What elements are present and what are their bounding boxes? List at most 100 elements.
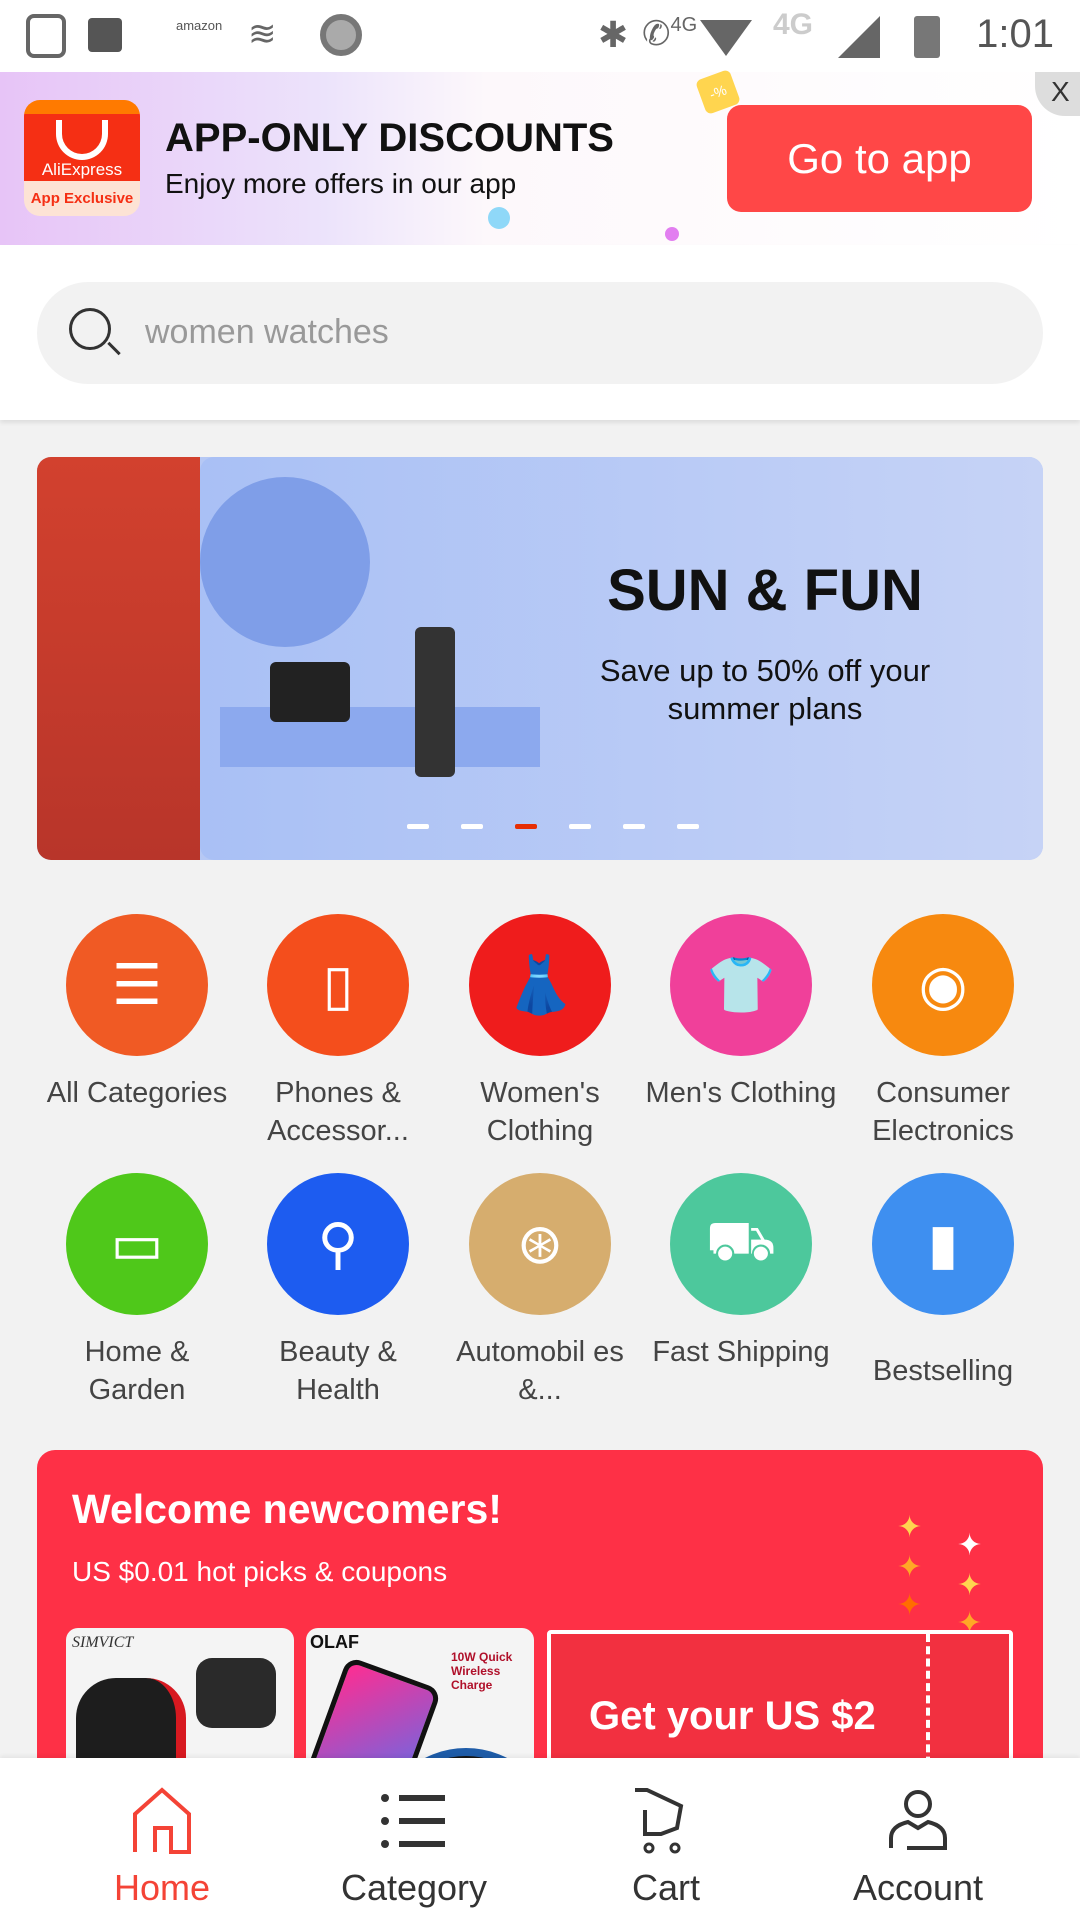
list-icon: ☰ [66, 914, 208, 1056]
current-slide[interactable]: SUN & FUN Save up to 50% off your summer… [200, 457, 1043, 860]
product-brand: SIMVICT [72, 1634, 134, 1651]
bottom-nav: Home Category Cart Account [0, 1758, 1080, 1920]
action-camera-image [270, 662, 350, 722]
home-icon [133, 1787, 191, 1854]
logo-text: AliExpress [41, 160, 123, 179]
carousel-dot[interactable] [623, 824, 645, 829]
category-list-icon [381, 1794, 445, 1848]
carousel-dot[interactable] [569, 824, 591, 829]
category-phone[interactable]: ▯ Phones & Accessor... [238, 914, 438, 1150]
carousel-dot[interactable] [407, 824, 429, 829]
newcomer-subtitle: US $0.01 hot picks & coupons [72, 1556, 448, 1587]
newcomer-title: Welcome newcomers! [72, 1486, 502, 1532]
sofa-icon: ▭ [66, 1173, 208, 1315]
aliexpress-logo: AliExpress App Exclusive [24, 100, 140, 216]
category-label: Phones & Accessor... [267, 1077, 409, 1147]
promo-title: APP-ONLY DISCOUNTS [165, 116, 614, 160]
nav-account[interactable]: Account [792, 1758, 1044, 1920]
nav-label: Category [340, 1867, 488, 1908]
nav-home[interactable]: Home [36, 1758, 288, 1920]
dress-icon: 👗 [469, 914, 611, 1056]
mirror-icon: ⚲ [267, 1173, 409, 1315]
product-stand [220, 707, 540, 767]
category-camera[interactable]: ◉ Consumer Electronics [843, 914, 1043, 1150]
category-bar-chart[interactable]: ▮ Bestselling [843, 1173, 1043, 1390]
battery-charging-icon [914, 16, 940, 58]
audible-icon: ≋ [248, 15, 277, 53]
nav-category[interactable]: Category [288, 1758, 540, 1920]
sneaker-image [200, 477, 370, 647]
category-wheel[interactable]: ⊛ Automobil es &... [440, 1173, 640, 1409]
category-label: All Categories [46, 1077, 228, 1109]
category-sofa[interactable]: ▭ Home & Garden [37, 1173, 237, 1409]
promo-subtitle: Enjoy more offers in our app [165, 168, 517, 199]
carousel-dot[interactable] [461, 824, 483, 829]
gimbal-camera-image [415, 627, 455, 777]
search-placeholder: women watches [145, 313, 389, 351]
amazon-label: amazon [176, 18, 223, 33]
record-icon [320, 14, 362, 56]
carousel-dot-active[interactable] [515, 824, 537, 829]
wifi-icon [700, 20, 752, 56]
category-mirror[interactable]: ⚲ Beauty & Health [238, 1173, 438, 1409]
go-to-app-button[interactable]: Go to app [727, 105, 1032, 212]
status-bar: amazon ≋ ✱ ✆4G 4G 1:01 [0, 0, 1080, 72]
category-list[interactable]: ☰ All Categories [37, 914, 237, 1112]
tshirt-icon: 👕 [670, 914, 812, 1056]
category-label: Consumer Electronics [872, 1077, 1014, 1147]
phone-icon: ▯ [267, 914, 409, 1056]
category-label: Fast Shipping [652, 1336, 830, 1368]
cart-icon [635, 1788, 684, 1854]
bluetooth-icon: ✱ [598, 14, 629, 55]
carousel-subtitle: Save up to 50% off your summer plans [599, 653, 931, 726]
sparkle-icon: ✦ [957, 1529, 983, 1562]
category-truck[interactable]: ⛟ Fast Shipping [641, 1173, 841, 1371]
camera-icon: ◉ [872, 914, 1014, 1056]
carousel-title: SUN & FUN [607, 558, 923, 623]
carousel-dot[interactable] [677, 824, 699, 829]
truck-icon: ⛟ [670, 1173, 812, 1315]
category-label: Women's Clothing [480, 1077, 600, 1147]
volte-call-icon: ✆4G [642, 14, 698, 53]
category-label: Men's Clothing [645, 1077, 837, 1109]
previous-slide-image[interactable] [37, 457, 200, 860]
sparkle-icon: ✦ [897, 1511, 923, 1544]
nav-label: Home [113, 1867, 211, 1908]
category-label: Bestselling [872, 1355, 1014, 1387]
nav-cart[interactable]: Cart [540, 1758, 792, 1920]
search-input[interactable]: women watches [37, 282, 1043, 384]
account-icon [889, 1790, 947, 1850]
sparkle-icon: ✦ [957, 1569, 983, 1602]
logo-badge: App Exclusive [30, 190, 134, 207]
search-icon [69, 308, 111, 350]
signal-icon [838, 16, 880, 58]
case-image [196, 1658, 276, 1728]
app-promo-banner: -% AliExpress App Exclusive APP-ONLY DIS… [0, 68, 1080, 245]
decor-dot [488, 207, 510, 229]
category-tshirt[interactable]: 👕 Men's Clothing [641, 914, 841, 1112]
category-label: Automobil es &... [456, 1336, 624, 1406]
product-tag: 10W Quick Wireless Charge [451, 1650, 513, 1692]
bar-chart-icon: ▮ [872, 1173, 1014, 1315]
banner-carousel[interactable]: SUN & FUN Save up to 50% off your summer… [37, 457, 1043, 860]
sparkle-icon: ✦ [897, 1551, 923, 1584]
sparkle-icon: ✦ [897, 1589, 923, 1622]
coupon-text: Get your US $2 [589, 1694, 876, 1738]
product-brand: OLAF [310, 1632, 359, 1652]
network-label-2: 4G [773, 8, 814, 41]
close-banner-button[interactable]: X [1035, 72, 1080, 116]
network-label-1: 4G [670, 14, 698, 36]
notes-icon [88, 18, 122, 52]
clock: 1:01 [976, 12, 1054, 56]
category-label: Home & Garden [84, 1336, 190, 1406]
search-header: women watches [0, 245, 1080, 420]
newcomer-card[interactable]: Welcome newcomers! US $0.01 hot picks & … [37, 1450, 1043, 1780]
nav-label: Account [852, 1867, 984, 1908]
saavn-icon [26, 14, 66, 58]
nav-label: Cart [631, 1867, 700, 1908]
decor-dot [665, 227, 679, 241]
category-label: Beauty & Health [279, 1336, 397, 1406]
amazon-icon: amazon [176, 18, 222, 62]
category-dress[interactable]: 👗 Women's Clothing [440, 914, 640, 1150]
wheel-icon: ⊛ [469, 1173, 611, 1315]
